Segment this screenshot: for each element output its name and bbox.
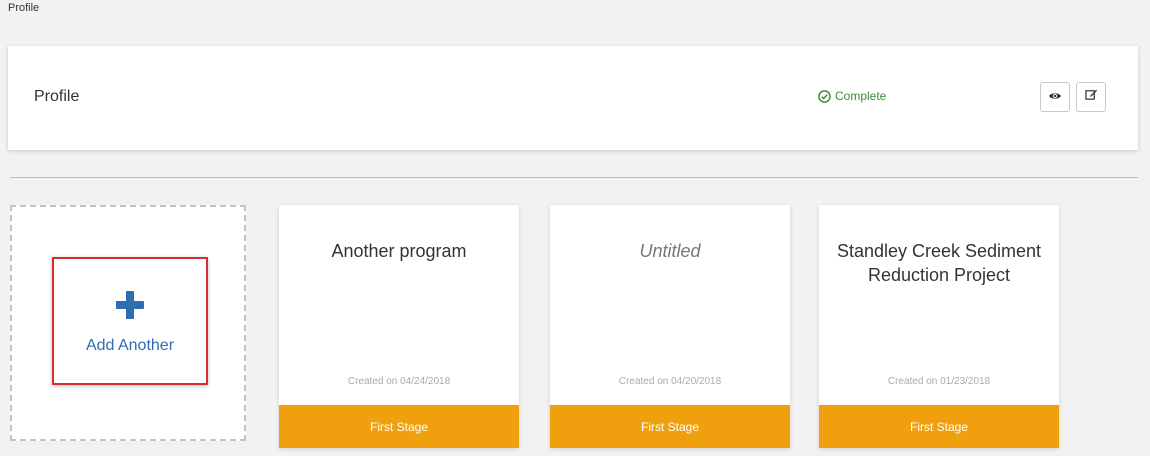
view-button[interactable] [1040,82,1070,112]
program-created-date: Created on 04/20/2018 [618,376,722,387]
status-badge: Complete [818,89,886,103]
program-stage-badge: First Stage [819,405,1059,448]
edit-button[interactable] [1076,82,1106,112]
page: Profile Profile Complete Add Another Ano… [0,0,1150,456]
program-created-date: Created on 04/24/2018 [347,376,451,387]
plus-icon [113,288,147,327]
add-another-button[interactable]: Add Another [52,257,208,385]
check-circle-icon [818,89,831,103]
program-stage-badge: First Stage [279,405,519,448]
program-stage-badge: First Stage [550,405,790,448]
program-title: Untitled [639,241,701,261]
program-card[interactable]: Standley Creek Sediment Reduction Projec… [819,205,1059,448]
status-text: Complete [835,89,887,103]
program-card[interactable]: Untitled Created on 04/20/2018 First Sta… [550,205,790,448]
divider [10,177,1138,178]
add-another-label: Add Another [85,336,175,354]
profile-title: Profile [34,88,80,105]
eye-icon [1048,88,1062,106]
program-card[interactable]: Another program Created on 04/24/2018 Fi… [279,205,519,448]
breadcrumb: Profile [8,2,40,14]
program-title: Another program [331,241,467,261]
add-another-tile: Add Another [10,205,246,441]
profile-card: Profile Complete [8,46,1138,150]
program-created-date: Created on 01/23/2018 [887,376,991,387]
edit-icon [1084,88,1098,106]
program-title: Standley Creek Sediment Reduction Projec… [836,241,1042,285]
